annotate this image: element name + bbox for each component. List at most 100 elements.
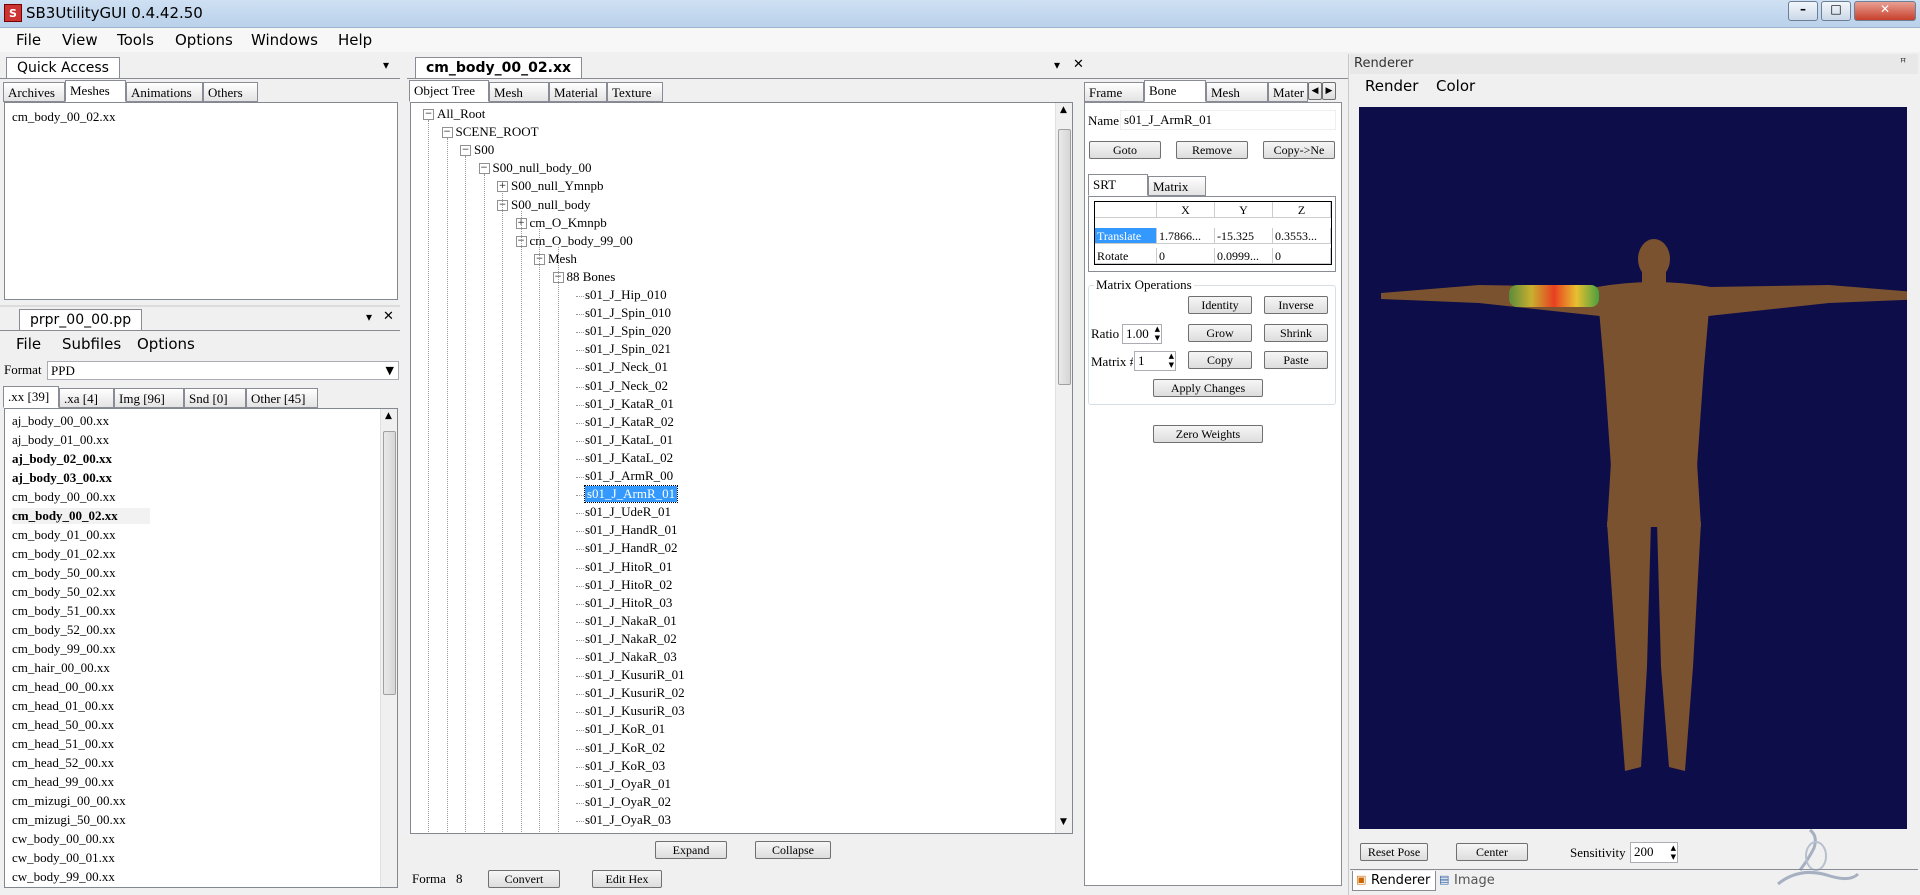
render-viewport[interactable]	[1359, 107, 1920, 829]
file-list-item[interactable]: cm_body_01_00.xx	[12, 527, 116, 543]
close-icon[interactable]: ✕	[1073, 57, 1084, 72]
tab-archives[interactable]: Archives	[3, 82, 65, 102]
tree-node[interactable]: s01_J_HitoR_03	[585, 595, 672, 611]
translate-x-cell[interactable]: 1.7866...	[1157, 228, 1215, 244]
file-list-item[interactable]: cm_head_00_00.xx	[12, 679, 114, 695]
tree-node[interactable]: cm_O_body_99_00	[530, 233, 633, 249]
tree-node[interactable]: s01_J_OyaR_03	[585, 812, 671, 828]
file-list-item[interactable]: aj_body_02_00.xx	[12, 451, 112, 467]
dropdown-arrow-icon[interactable]: ▾	[366, 310, 372, 324]
collapse-icon[interactable]: −	[441, 127, 453, 139]
collapse-button[interactable]: Collapse	[755, 841, 831, 859]
collapse-icon[interactable]: −	[478, 163, 490, 175]
tree-node[interactable]: S00_null_body_00	[493, 160, 592, 176]
tree-node[interactable]: s01_J_HandR_01	[585, 522, 677, 538]
tree-node[interactable]: All_Root	[437, 106, 485, 122]
row-translate-label[interactable]: Translate	[1095, 228, 1157, 244]
tab-scroll-left-icon[interactable]: ◀	[1308, 82, 1322, 100]
tree-node[interactable]: s01_J_UdeR_01	[585, 504, 671, 520]
file-list-item[interactable]: cm_body_52_00.xx	[12, 622, 116, 638]
menu-windows[interactable]: Windows	[251, 31, 318, 49]
file-list-item[interactable]: cm_head_52_00.xx	[12, 755, 114, 771]
tree-node[interactable]: s01_J_KusuriR_03	[585, 703, 685, 719]
scroll-down-icon[interactable]: ▼	[1060, 817, 1067, 827]
pin-icon[interactable]: ꟸ	[1900, 56, 1906, 69]
file-list-item[interactable]: cm_body_01_02.xx	[12, 546, 116, 562]
tree-node[interactable]: S00_null_body	[511, 197, 590, 213]
tree-node[interactable]: s01_J_KusuriR_02	[585, 685, 685, 701]
dropdown-arrow-icon[interactable]: ▾	[383, 58, 389, 72]
quick-access-title[interactable]: Quick Access	[6, 57, 120, 78]
minimize-button[interactable]: –	[1788, 1, 1818, 21]
tree-node[interactable]: S00	[474, 142, 494, 158]
bone-name-field[interactable]: s01_J_ArmR_01	[1120, 110, 1336, 130]
tab-texture[interactable]: Texture	[607, 82, 663, 102]
tree-node[interactable]: cm_O_Kmnpb	[530, 215, 607, 231]
scroll-thumb[interactable]	[1058, 129, 1071, 385]
translate-y-cell[interactable]: -15.325	[1215, 228, 1273, 244]
tab-srt[interactable]: SRT	[1088, 174, 1148, 196]
menu-view[interactable]: View	[62, 31, 98, 49]
menu-options[interactable]: Options	[175, 31, 233, 49]
editor-doc-tab[interactable]: cm_body_00_02.xx	[415, 57, 583, 78]
identity-button[interactable]: Identity	[1188, 296, 1252, 314]
goto-button[interactable]: Goto	[1089, 141, 1161, 159]
tab-mesh[interactable]: Mesh	[489, 82, 549, 102]
tab-matrix[interactable]: Matrix	[1148, 176, 1206, 196]
tree-node[interactable]: s01_J_NakaR_01	[585, 613, 677, 629]
meshes-list[interactable]: cm_body_00_02.xx	[4, 102, 398, 300]
tree-node[interactable]: s01_J_KoR_01	[585, 721, 665, 737]
color-menu[interactable]: Color	[1436, 77, 1475, 95]
tab-object-tree[interactable]: Object Tree	[409, 80, 489, 102]
ratio-input[interactable]: 1.00 ▲ ▼	[1122, 324, 1162, 344]
format-number[interactable]: 8	[456, 871, 463, 887]
pp-list-scrollbar[interactable]: ▲	[380, 409, 397, 887]
tree-node[interactable]: Mesh	[548, 251, 577, 267]
tree-node[interactable]: s01_J_ArmR_00	[585, 468, 673, 484]
matrix-number-input[interactable]: 1 ▲ ▼	[1134, 351, 1176, 371]
tree-node[interactable]: S00_null_Ymnpb	[511, 178, 603, 194]
file-list-item[interactable]: cm_head_51_00.xx	[12, 736, 114, 752]
file-list-item[interactable]: cm_body_50_00.xx	[12, 565, 116, 581]
tree-node[interactable]: 88 Bones	[567, 269, 616, 285]
file-list-item[interactable]: aj_body_01_00.xx	[12, 432, 109, 448]
file-list-item[interactable]: cw_body_99_00.xx	[12, 869, 115, 885]
paste-button[interactable]: Paste	[1264, 351, 1328, 369]
tree-node[interactable]: s01_J_Spin_010	[585, 305, 671, 321]
sensitivity-input[interactable]: 200 ▲ ▼	[1630, 842, 1678, 863]
tree-node[interactable]: s01_J_HitoR_01	[585, 559, 672, 575]
tab-bone[interactable]: Bone	[1144, 80, 1206, 102]
file-list-item[interactable]: cm_body_50_02.xx	[12, 584, 116, 600]
edit-hex-button[interactable]: Edit Hex	[592, 870, 662, 888]
file-list-item[interactable]: cm_body_00_00.xx	[12, 489, 116, 505]
expand-icon[interactable]: +	[497, 181, 508, 193]
translate-z-cell[interactable]: 0.3553...	[1273, 228, 1331, 244]
list-item[interactable]: cm_body_00_02.xx	[12, 109, 116, 125]
file-list-item[interactable]: cm_head_01_00.xx	[12, 698, 114, 714]
file-list-item[interactable]: cm_body_00_02.xx	[12, 508, 150, 524]
convert-button[interactable]: Convert	[488, 870, 560, 888]
tree-node[interactable]: s01_J_KataL_01	[585, 432, 673, 448]
render-menu[interactable]: Render	[1365, 77, 1418, 95]
tree-node[interactable]: s01_J_HandR_02	[585, 540, 677, 556]
pp-panel-title[interactable]: prpr_00_00.pp	[19, 309, 143, 330]
file-list-item[interactable]: cm_body_51_00.xx	[12, 603, 116, 619]
object-tree[interactable]: − All_Root − SCENE_ROOT − S00− S00_null_body_0…	[410, 102, 1073, 834]
format-select[interactable]: PPD ▼	[47, 361, 399, 380]
tree-node[interactable]: s01_J_KataR_01	[585, 396, 674, 412]
tab-others[interactable]: Others	[203, 82, 258, 102]
pp-menu-file[interactable]: File	[16, 335, 41, 353]
tree-node[interactable]: SCENE_ROOT	[456, 124, 539, 140]
tree-node[interactable]: s01_J_KataL_02	[585, 450, 673, 466]
file-list-item[interactable]: cw_body_00_00.xx	[12, 831, 115, 847]
tree-node[interactable]: s01_J_ArmR_01	[583, 485, 679, 504]
spinner-icon[interactable]: ▲ ▼	[1671, 844, 1676, 862]
collapse-icon[interactable]: −	[460, 145, 471, 157]
tab-scroll-right-icon[interactable]: ▶	[1322, 82, 1336, 100]
close-button[interactable]: ✕	[1854, 1, 1916, 21]
rotate-y-cell[interactable]: 0.0999...	[1215, 248, 1273, 264]
file-list-item[interactable]: cm_hair_00_00.xx	[12, 660, 110, 676]
tab-frame[interactable]: Frame	[1084, 82, 1144, 102]
tree-node[interactable]: s01_J_Hip_010	[585, 287, 667, 303]
rotate-z-cell[interactable]: 0	[1273, 248, 1331, 264]
